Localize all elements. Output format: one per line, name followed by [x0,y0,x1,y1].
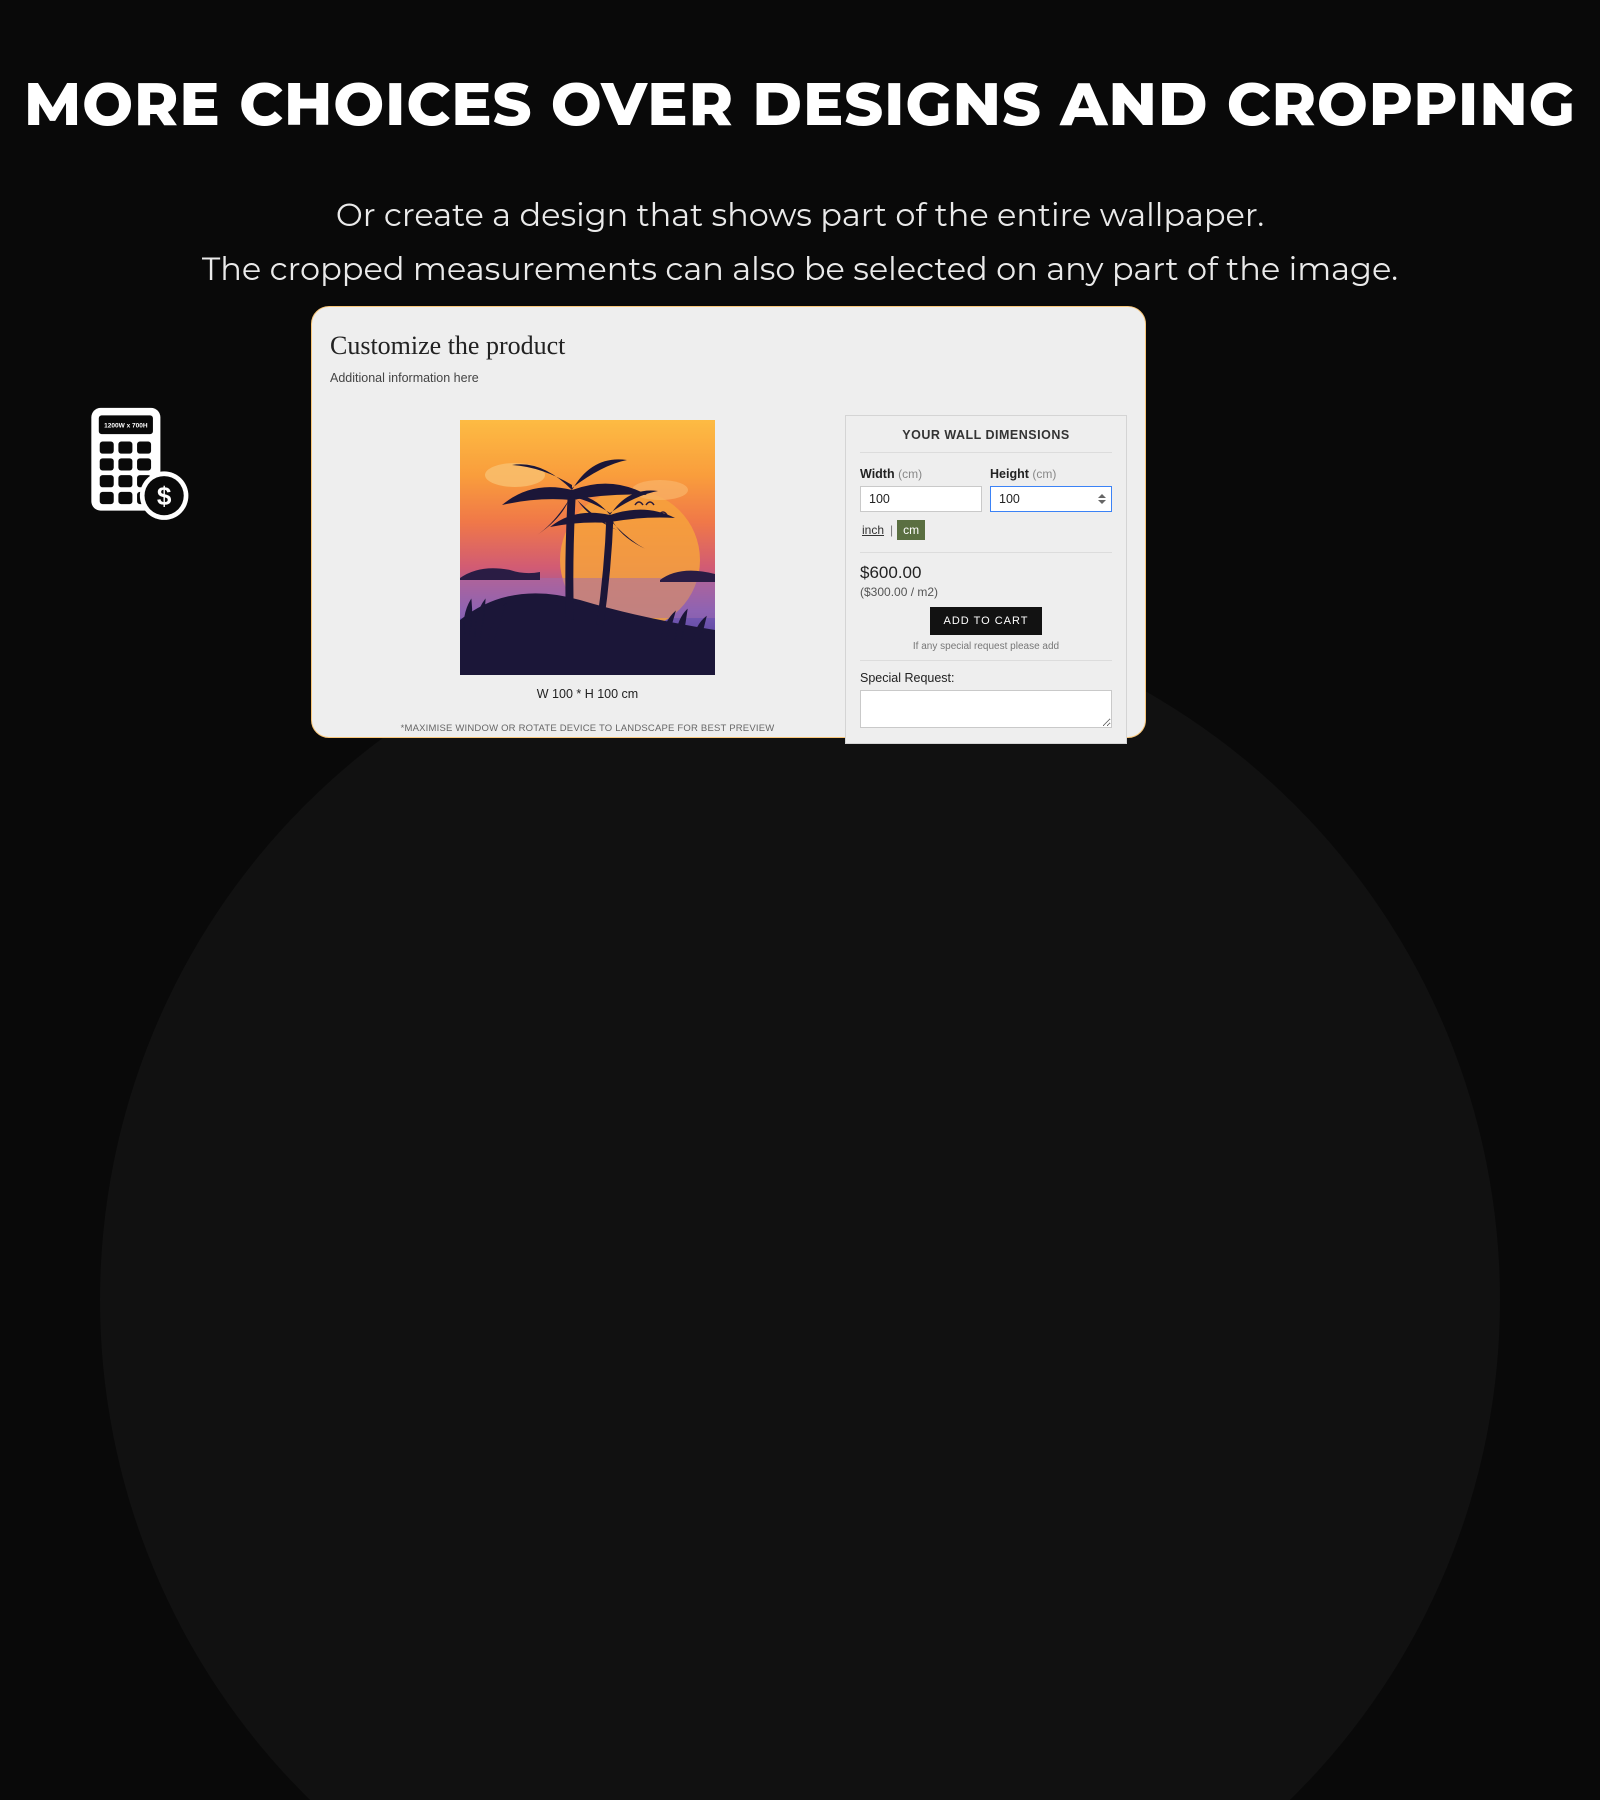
page-headline: MORE CHOICES OVER DESIGNS AND CROPPING [0,0,1600,141]
page-subtext: Or create a design that shows part of th… [0,189,1600,298]
width-input[interactable] [860,486,982,512]
preview-note: *MAXIMISE WINDOW OR ROTATE DEVICE TO LAN… [401,723,775,734]
preview-column: W 100 * H 100 cm *MAXIMISE WINDOW OR ROT… [330,390,845,744]
product-customize-card: Customize the product Additional informa… [311,306,1146,738]
unit-cm-button[interactable]: cm [897,520,925,540]
unit-separator: | [890,523,893,537]
dimensions-panel: YOUR WALL DIMENSIONS Width (cm) Height (… [845,415,1127,744]
svg-text:1200W x 700H: 1200W x 700H [104,423,148,430]
price-total: $600.00 [860,563,1112,583]
panel-header: YOUR WALL DIMENSIONS [846,416,1126,452]
card-title: Customize the product [330,331,1127,361]
height-stepper[interactable] [1098,490,1108,508]
subtext-line-1: Or create a design that shows part of th… [0,189,1600,243]
subtext-line-2: The cropped measurements can also be sel… [0,243,1600,297]
price-per-unit: ($300.00 / m2) [860,585,1112,599]
special-request-textarea[interactable] [860,690,1112,728]
special-request-label: Special Request: [860,671,1112,685]
wallpaper-preview-image[interactable] [460,420,715,675]
height-label: Height (cm) [990,467,1112,481]
add-to-cart-note: If any special request please add [860,641,1112,652]
add-to-cart-button[interactable]: ADD TO CART [930,607,1043,635]
card-subtitle: Additional information here [330,371,1127,385]
svg-text:$: $ [157,481,172,511]
height-input[interactable] [990,486,1112,512]
calculator-dollar-icon: 1200W x 700H $ [82,402,194,524]
unit-inch-link[interactable]: inch [860,521,886,539]
width-label: Width (cm) [860,467,982,481]
preview-dimensions-caption: W 100 * H 100 cm [537,687,638,701]
